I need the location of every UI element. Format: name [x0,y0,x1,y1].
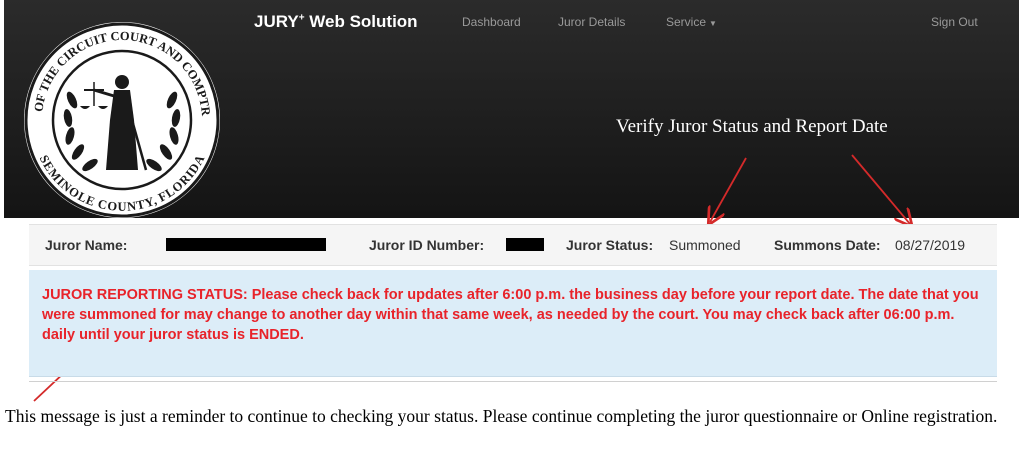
reporting-status-alert: JUROR REPORTING STATUS: Please check bac… [29,270,997,377]
nav-service-label: Service [666,15,707,29]
reporting-status-message: JUROR REPORTING STATUS: Please check bac… [42,287,979,343]
nav-juror-details[interactable]: Juror Details [558,15,625,29]
juror-id-label: Juror ID Number: [369,237,485,253]
sign-out-link[interactable]: Sign Out [931,15,978,29]
county-seal-logo: CLERK OF THE CIRCUIT COURT AND COMPTROLL… [22,20,220,218]
divider [29,381,997,382]
annotation-verify-status: Verify Juror Status and Report Date [616,116,888,137]
brand-title[interactable]: JURY+ Web Solution [254,12,418,32]
nav-service-dropdown[interactable]: Service ▼ [666,15,717,29]
juror-status-value: Summoned [669,237,741,253]
summons-date-value: 08/27/2019 [895,237,966,253]
caret-down-icon: ▼ [709,19,717,28]
nav-dashboard[interactable]: Dashboard [462,15,521,29]
juror-id-redacted [506,238,544,251]
juror-name-redacted [166,238,326,251]
annotation-reminder: This message is just a reminder to conti… [5,406,998,426]
summons-date-label: Summons Date: [774,237,881,253]
juror-info-bar: Juror Name: Juror ID Number: Juror Statu… [29,224,997,266]
juror-status-label: Juror Status: [566,237,654,253]
juror-name-label: Juror Name: [45,237,128,253]
